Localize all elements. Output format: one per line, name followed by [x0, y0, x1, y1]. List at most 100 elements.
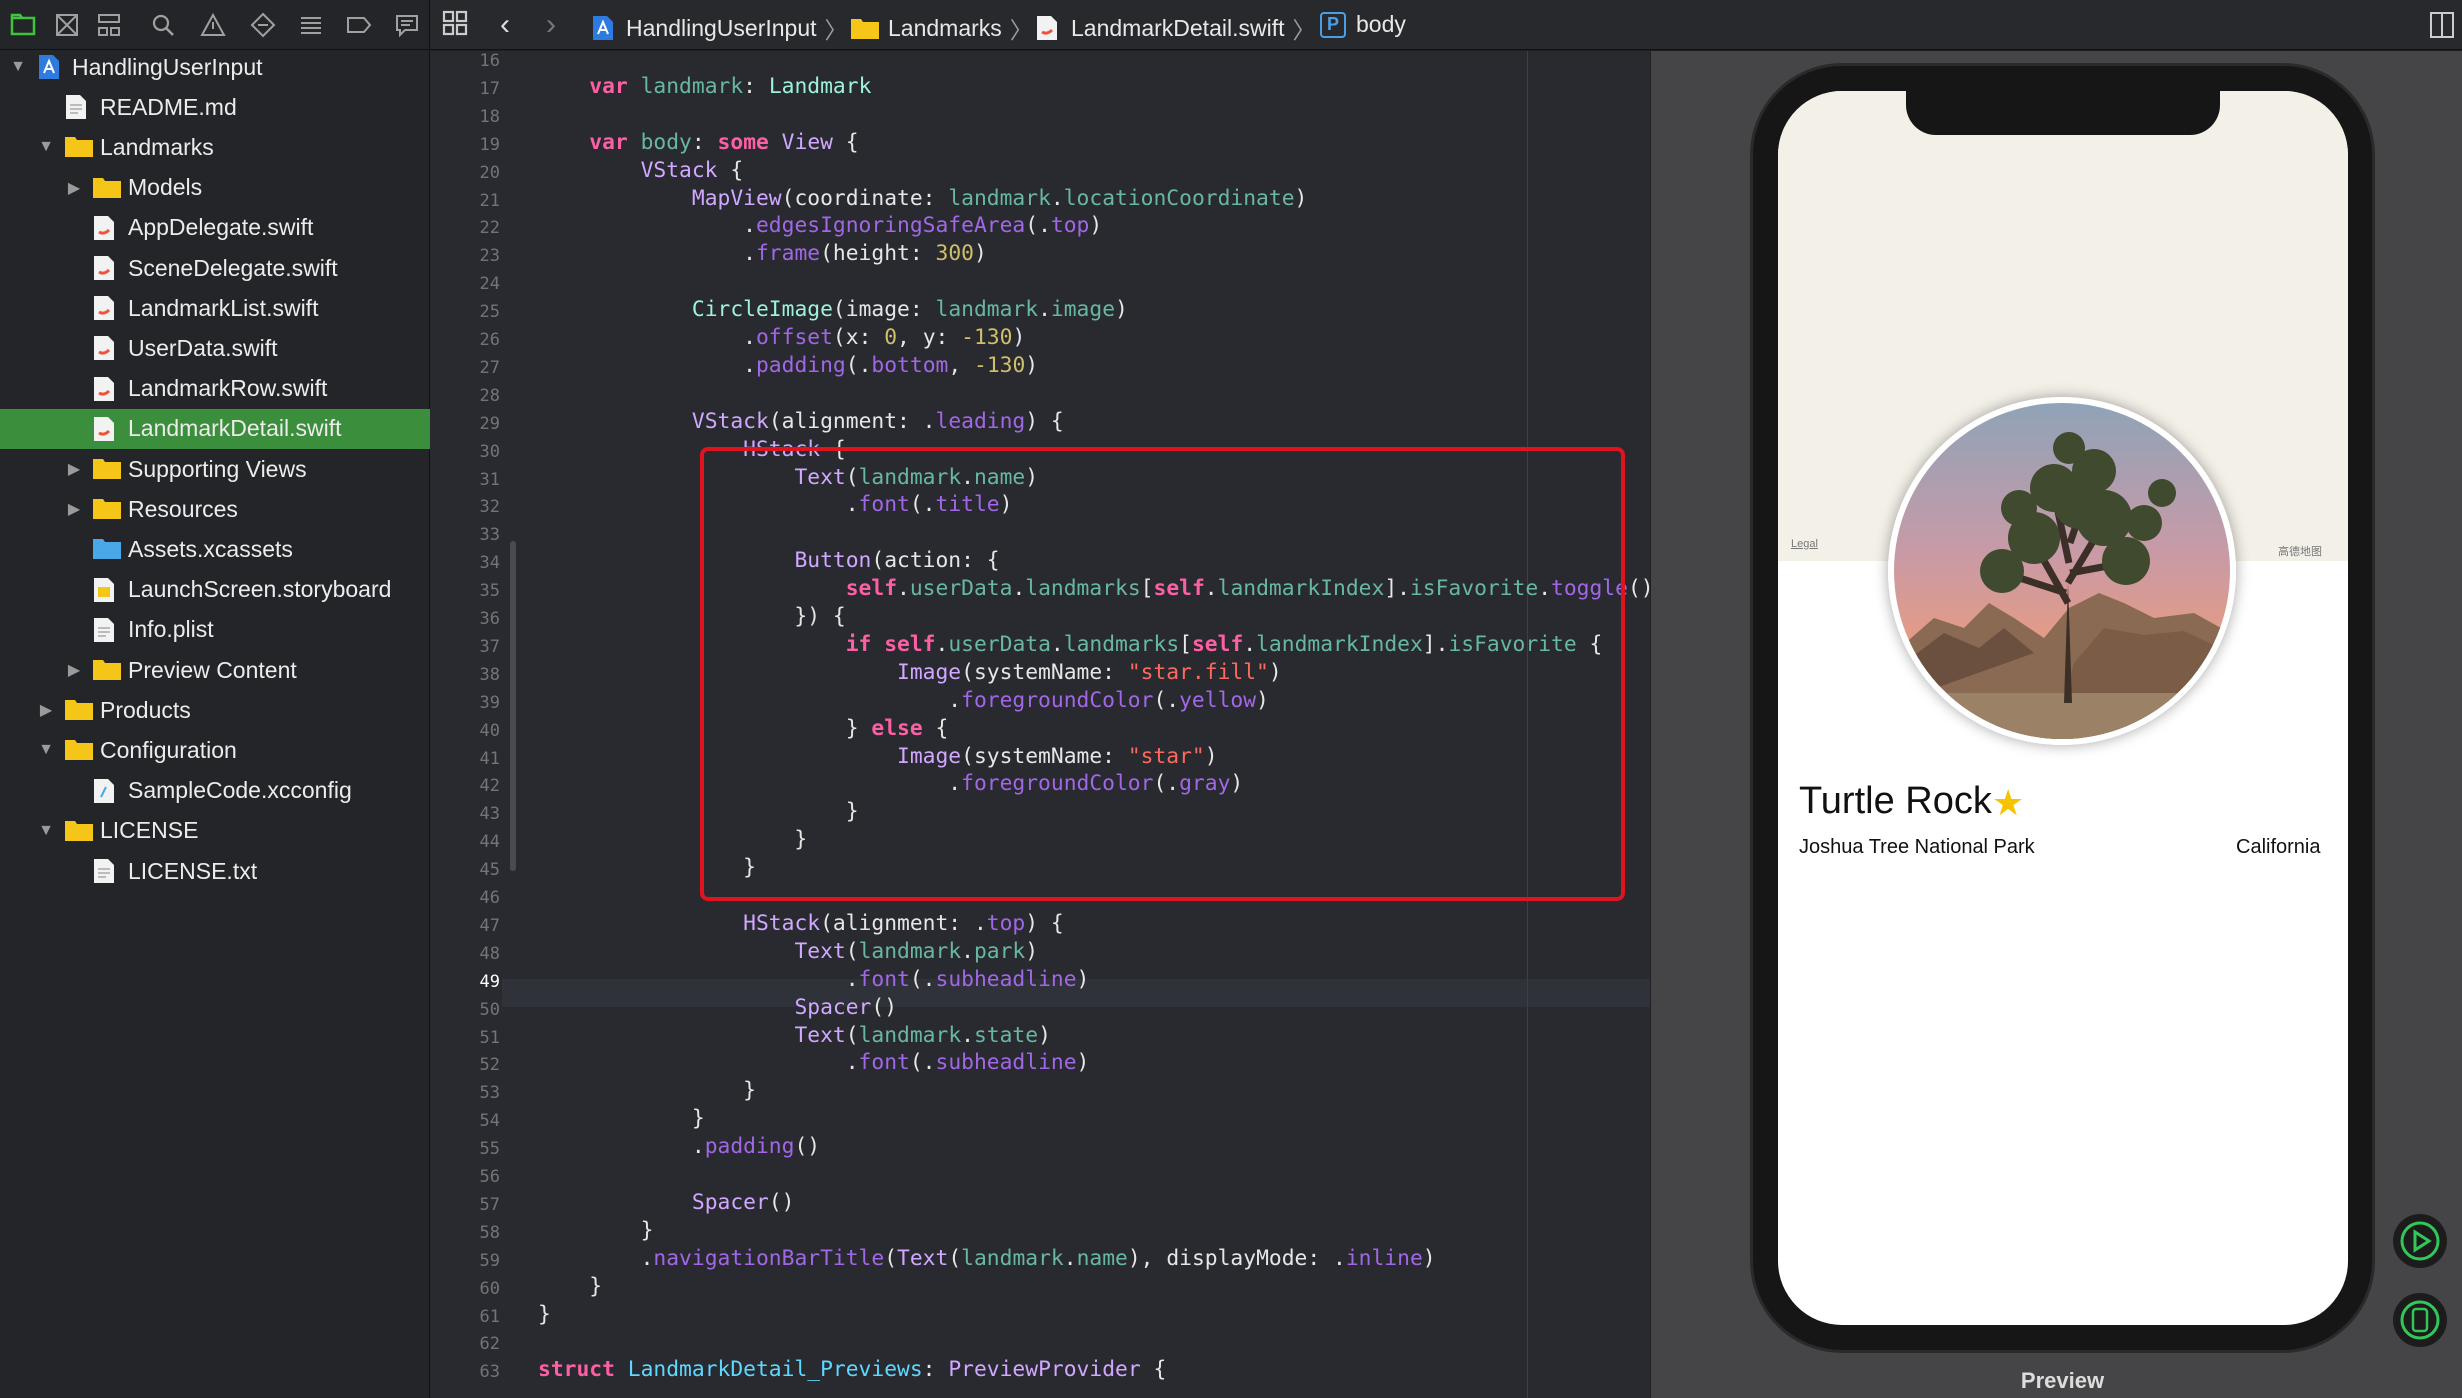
jump-symbol[interactable]: P body: [1320, 11, 1406, 38]
navigator-item[interactable]: AppDelegate.swift: [0, 208, 430, 248]
line-number: 21: [479, 190, 500, 211]
disclosure-closed-icon[interactable]: ▶: [36, 700, 56, 720]
debug-list-icon[interactable]: [294, 8, 328, 42]
map-legal-link[interactable]: Legal: [1791, 538, 1818, 550]
navigator-item[interactable]: LICENSE.txt: [0, 851, 430, 891]
line-number: 50: [479, 999, 500, 1020]
line-number: 34: [479, 553, 500, 574]
folder-icon[interactable]: [6, 8, 40, 42]
disclosure-open-icon[interactable]: ▼: [8, 57, 28, 77]
folder-icon: [64, 817, 93, 845]
editor-options-icon[interactable]: [2428, 10, 2456, 40]
disclosure-closed-icon[interactable]: ▶: [64, 178, 84, 198]
breakpoint-icon[interactable]: [342, 8, 376, 42]
asset-catalog-icon: [92, 535, 121, 563]
disclosure-closed-icon[interactable]: ▶: [64, 499, 84, 519]
navigator-item-label: AppDelegate.swift: [128, 214, 314, 241]
navigator-item[interactable]: LandmarkRow.swift: [0, 369, 430, 409]
code-line: .font(.subheadline): [538, 1050, 1090, 1076]
line-number: 36: [479, 609, 500, 629]
line-number: 17: [479, 78, 500, 99]
line-number: 56: [479, 1167, 500, 1187]
navigator-item[interactable]: ▶ Resources: [0, 489, 430, 529]
navigator-item[interactable]: ▼ Landmarks: [0, 127, 430, 167]
line-number: 31: [479, 469, 500, 490]
navigator-item-label: Models: [128, 174, 203, 201]
hierarchy-icon[interactable]: [92, 8, 126, 42]
jump-file[interactable]: LandmarkDetail.swift 〉: [1035, 11, 1315, 45]
favorite-star-button[interactable]: ★: [1992, 782, 2024, 824]
jump-symbol-label: body: [1356, 11, 1406, 37]
forward-arrow-icon[interactable]: ›: [546, 8, 556, 42]
line-number: 38: [479, 664, 500, 685]
line-number: 63: [479, 1362, 500, 1383]
line-number-gutter: 16 17 18 19 20 21 22 23 24 25 26 27 28 29 30 31 32 33 34 35…: [430, 51, 502, 1398]
jump-project[interactable]: HandlingUserInput 〉: [590, 11, 848, 45]
navigator-item[interactable]: Assets.xcassets: [0, 529, 430, 569]
line-number: 61: [479, 1306, 500, 1327]
jump-project-label: HandlingUserInput: [626, 14, 817, 41]
navigator-item[interactable]: README.md: [0, 87, 430, 127]
search-icon[interactable]: [146, 8, 180, 42]
navigator-item[interactable]: LaunchScreen.storyboard: [0, 570, 430, 610]
navigator-item[interactable]: SceneDelegate.swift: [0, 248, 430, 288]
folder-icon: [92, 656, 121, 684]
code-line: .padding(.bottom, -130): [538, 352, 1039, 378]
navigator-item-label: UserData.swift: [128, 334, 278, 361]
line-number: 49: [479, 971, 500, 992]
source-control-icon[interactable]: [50, 8, 84, 42]
live-preview-button[interactable]: [2393, 1214, 2447, 1268]
navigator-item[interactable]: Info.plist: [0, 610, 430, 650]
line-number: 20: [479, 162, 500, 183]
code-line: VStack(alignment: .leading) {: [691, 408, 1064, 434]
navigator-item[interactable]: ▶ Models: [0, 168, 430, 208]
navigator-item[interactable]: ▶ Supporting Views: [0, 449, 430, 489]
state-label: California: [2236, 836, 2321, 858]
landmark-title: Turtle Rock: [1799, 780, 1992, 822]
warning-icon[interactable]: [196, 8, 230, 42]
navigator-item[interactable]: SampleCode.xcconfig: [0, 771, 430, 811]
line-number: 51: [479, 1027, 500, 1048]
jump-group-label: Landmarks: [888, 14, 1002, 41]
navigator-item[interactable]: ▼ Configuration: [0, 730, 430, 770]
navigator-item-label: README.md: [100, 93, 237, 120]
navigator-item-label: LandmarkDetail.swift: [128, 415, 342, 442]
disclosure-open-icon[interactable]: ▼: [36, 821, 56, 841]
line-number: 29: [479, 413, 500, 434]
property-badge: P: [1320, 11, 1346, 38]
back-arrow-icon[interactable]: ‹: [500, 8, 510, 42]
folder-icon: [851, 19, 879, 39]
disclosure-closed-icon[interactable]: ▶: [64, 459, 84, 479]
code-line: .padding(): [538, 1134, 821, 1160]
code-line: struct LandmarkDetail_Previews: PreviewP…: [538, 1357, 1167, 1383]
map-attribution: 高德地图: [2278, 546, 2322, 558]
navigator-item-label: Info.plist: [128, 616, 214, 643]
navigator-item[interactable]: LandmarkDetail.swift: [0, 408, 430, 449]
test-diamond-icon[interactable]: [246, 8, 280, 42]
line-number: 24: [479, 274, 500, 295]
code-line: }: [538, 1106, 705, 1132]
code-line: .navigationBarTitle(Text(landmark.name),…: [538, 1245, 1436, 1271]
line-number: 23: [479, 246, 500, 267]
disclosure-open-icon[interactable]: ▼: [36, 740, 56, 760]
navigator-item[interactable]: ▶ Products: [0, 690, 430, 730]
jump-group[interactable]: Landmarks 〉: [850, 11, 1033, 45]
grid-icon[interactable]: [440, 8, 470, 38]
code-line: Text(landmark.state): [794, 1022, 1051, 1048]
navigator-item-label: Landmarks: [100, 133, 214, 160]
navigator-item[interactable]: ▼ HandlingUserInput: [0, 47, 430, 87]
report-icon[interactable]: [390, 8, 424, 42]
code-line: .frame(height: 300): [538, 241, 987, 267]
code-line: Spacer(): [691, 1189, 795, 1215]
line-number: 26: [479, 330, 500, 350]
code-line: MapView(coordinate: landmark.locationCoo…: [691, 185, 1308, 211]
code-folding-ribbon[interactable]: [510, 541, 516, 871]
navigator-item[interactable]: ▼ LICENSE: [0, 811, 430, 851]
disclosure-open-icon[interactable]: ▼: [36, 137, 56, 157]
park-label: Joshua Tree National Park: [1799, 836, 2035, 858]
navigator-item[interactable]: ▶ Preview Content: [0, 650, 430, 690]
preview-on-device-button[interactable]: [2393, 1293, 2447, 1347]
navigator-item[interactable]: UserData.swift: [0, 328, 430, 368]
navigator-item[interactable]: LandmarkList.swift: [0, 288, 430, 328]
disclosure-closed-icon[interactable]: ▶: [64, 660, 84, 680]
